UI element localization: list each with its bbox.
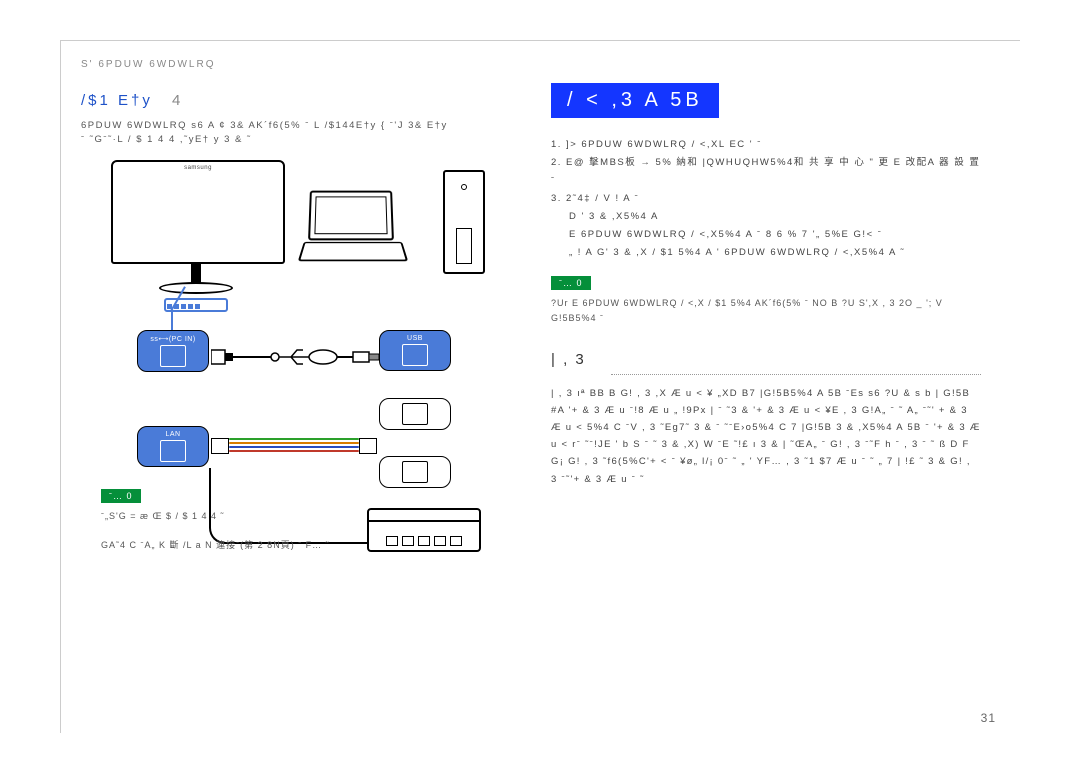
intro-line1: 6PDUW 6WDWLRQ s6 A ¢ 3& AK´f6(5% ˉ L /$1… bbox=[81, 120, 448, 131]
note-left-line2: GA˜4 C ˉA„ K 斷 /L a N 連接ˉ(第 2 8N頁) ˉ F… … bbox=[101, 540, 330, 550]
laptop-icon bbox=[301, 190, 401, 260]
steps-list: 1. ]> 6PDUW 6WDWLRQ / <,XL EC ' ˉ 2. E@ … bbox=[551, 136, 981, 262]
pc-in-port-icon: ss⟷(PC IN) bbox=[137, 330, 209, 372]
monitor-icon bbox=[111, 160, 281, 312]
divider bbox=[611, 374, 981, 375]
ethernet-port-1-icon bbox=[379, 398, 451, 430]
connection-diagram: ss⟷(PC IN) LAN USB bbox=[81, 160, 491, 506]
intro-text: 6PDUW 6WDWLRQ s6 A ¢ 3& AK´f6(5% ˉ L /$1… bbox=[81, 119, 511, 148]
note-left-line1: ˉ„S'G = æ Œ $ / $ 1 4 4 ˜ bbox=[101, 511, 225, 521]
section-title: /$1 E†y 4 bbox=[81, 92, 511, 109]
lan-port-monitor-icon: LAN bbox=[137, 426, 209, 467]
step-3c: „ ! A G' 3 & ,X / $1 5%4 A ' 6PDUW 6WDWL… bbox=[569, 244, 981, 262]
note-tag-left: ˉ… 0 bbox=[101, 489, 141, 503]
body-paragraph: | , 3 ıª BB B G! , 3 ,X Æ u < ¥ „XD B7 |… bbox=[551, 385, 981, 488]
usb-cable-icon bbox=[211, 342, 379, 372]
page-number: 31 bbox=[981, 711, 996, 725]
usb-port-icon: USB bbox=[379, 330, 451, 371]
section-title-num: 4 bbox=[172, 92, 183, 109]
step-3a: D ' 3 & ,X5%4 A bbox=[569, 208, 981, 226]
pc-in-label: ss⟷(PC IN) bbox=[150, 335, 195, 343]
section-title-main: /$1 E†y bbox=[81, 92, 153, 109]
step-3b: E 6PDUW 6WDWLRQ / <,X5%4 A ˉ 8 6 % 7 '„ … bbox=[569, 226, 981, 244]
breadcrumb: S' 6PDUW 6WDWLRQ bbox=[81, 59, 511, 70]
note-text-right: ?Ur E 6PDUW 6WDWLRQ / <,X / $1 5%4 AK´f6… bbox=[551, 296, 981, 325]
ethernet-port-2-icon bbox=[379, 456, 451, 488]
step-2: 2. E@ 擊MBS板 → 5% 納和 |QWHUQHW5%4和 共 享 中 心… bbox=[551, 157, 980, 186]
step-3: 3. 2˜4‡ / V ! A ˉ bbox=[551, 193, 639, 204]
lan-label: LAN bbox=[165, 431, 180, 438]
note-text-left: ˉ„S'G = æ Œ $ / $ 1 4 4 ˜ GA˜4 C ˉA„ K 斷… bbox=[101, 509, 521, 552]
lan-cable-icon bbox=[211, 424, 377, 468]
usb-label: USB bbox=[407, 335, 423, 342]
note-tag-right: ˉ… 0 bbox=[551, 276, 591, 290]
step-1: 1. ]> 6PDUW 6WDWLRQ / <,XL EC ' ˉ bbox=[551, 139, 762, 150]
desktop-tower-icon bbox=[443, 170, 485, 274]
intro-line2: ˉ ˜Gˉ˜·L / $ 1 4 4 ,˜yE† y 3 & ˜ bbox=[81, 134, 252, 145]
section-banner: / < ,3 A 5B bbox=[551, 83, 719, 118]
sub-heading: | , 3 bbox=[551, 351, 981, 368]
